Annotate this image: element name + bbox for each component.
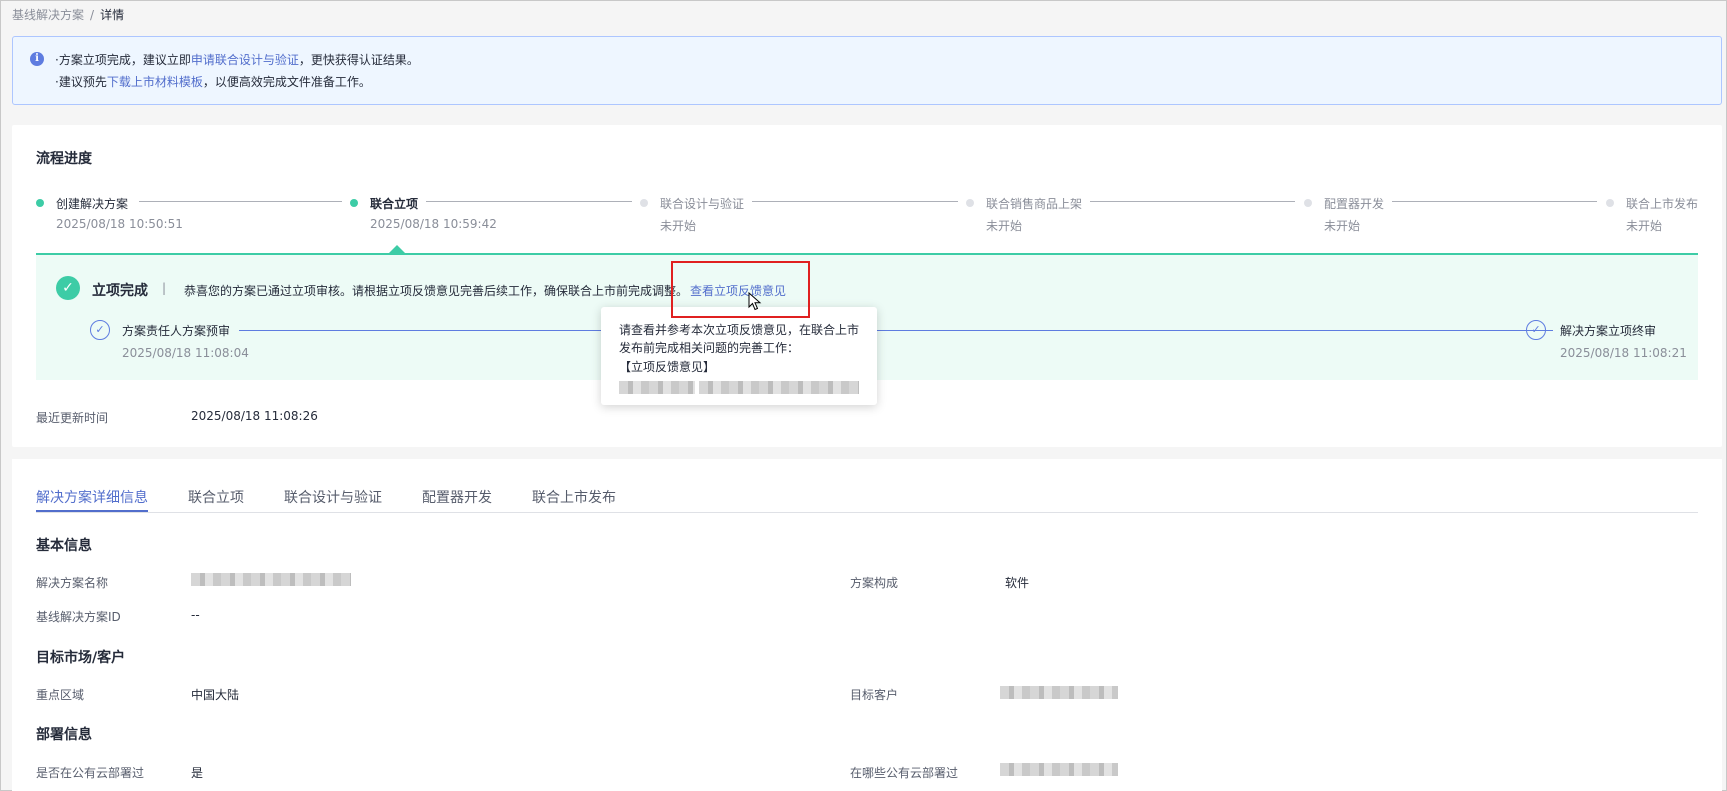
step-connector <box>1090 201 1295 202</box>
tab-configurator-dev[interactable]: 配置器开发 <box>422 487 492 507</box>
region-label: 重点区域 <box>36 688 85 702</box>
step-connector <box>1392 201 1597 202</box>
tab-joint-launch[interactable]: 联合上市发布 <box>532 487 616 507</box>
notice-line2-suffix: ，以便高效完成文件准备工作。 <box>202 75 371 89</box>
last-update-label: 最近更新时间 <box>36 411 109 425</box>
notice-banner: i ·方案立项完成，建议立即申请联合设计与验证，更快获得认证结果。 ·建议预先下… <box>12 36 1722 105</box>
feedback-tooltip: 请查看并参考本次立项反馈意见，在联合上市 发布前完成相关问题的完善工作： 【立项… <box>601 307 877 405</box>
redacted-text <box>619 381 695 394</box>
step-name: 配置器开发 <box>1324 197 1385 211</box>
composition-label: 方案构成 <box>850 576 899 590</box>
tab-solution-details[interactable]: 解决方案详细信息 <box>36 487 148 507</box>
redacted-cloud-list <box>1000 763 1118 776</box>
info-icon: i <box>30 52 44 66</box>
notice-line-2: ·建议预先下载上市材料模板，以便高效完成文件准备工作。 <box>55 73 371 90</box>
notice-line-1: ·方案立项完成，建议立即申请联合设计与验证，更快获得认证结果。 <box>55 51 419 68</box>
step-name: 联合销售商品上架 <box>986 197 1083 211</box>
tab-joint-approval[interactable]: 联合立项 <box>188 487 244 507</box>
notice-line1-suffix: ，更快获得认证结果。 <box>298 53 419 67</box>
mouse-cursor-icon <box>748 292 762 311</box>
tooltip-line-3: 【立项反馈意见】 <box>619 360 716 374</box>
details-card <box>12 459 1722 791</box>
public-cloud-label: 是否在公有云部署过 <box>36 766 145 780</box>
tooltip-line-1: 请查看并参考本次立项反馈意见，在联合上市 <box>619 323 860 337</box>
step-name: 联合上市发布 <box>1626 197 1699 211</box>
progress-title: 流程进度 <box>36 151 92 167</box>
deploy-title: 部署信息 <box>36 727 92 743</box>
tooltip-line-2: 发布前完成相关问题的完善工作： <box>619 341 800 355</box>
step-dot <box>966 199 974 207</box>
notice-line1-prefix: ·方案立项完成，建议立即 <box>55 53 191 67</box>
step-time: 未开始 <box>1626 219 1663 233</box>
apply-joint-design-link[interactable]: 申请联合设计与验证 <box>191 53 299 67</box>
step-dot <box>1304 199 1312 207</box>
step-time: 未开始 <box>1324 219 1361 233</box>
substep-name: 解决方案立项终审 <box>1560 324 1657 338</box>
last-update-value: 2025/08/18 11:08:26 <box>191 409 318 423</box>
composition-value: 软件 <box>1005 576 1030 590</box>
breadcrumb-separator: / <box>90 8 95 22</box>
tab-joint-design[interactable]: 联合设计与验证 <box>284 487 382 507</box>
substep-check-icon: ✓ <box>1526 320 1546 340</box>
step-name: 创建解决方案 <box>56 197 129 211</box>
substep-time: 2025/08/18 11:08:21 <box>1560 346 1687 360</box>
step-dot <box>36 199 44 207</box>
step-time: 2025/08/18 10:59:42 <box>370 217 497 231</box>
substep-name: 方案责任人方案预审 <box>122 324 231 338</box>
market-title: 目标市场/客户 <box>36 650 126 666</box>
which-cloud-label: 在哪些公有云部署过 <box>850 766 959 780</box>
step-connector <box>426 201 632 202</box>
baseline-id-label: 基线解决方案ID <box>36 610 121 624</box>
basic-info-title: 基本信息 <box>36 538 92 554</box>
substep-connector <box>239 330 1553 331</box>
status-divider: | <box>162 281 167 295</box>
substep-time: 2025/08/18 11:08:04 <box>122 346 249 360</box>
customer-label: 目标客户 <box>850 688 899 702</box>
step-name: 联合立项 <box>370 197 419 211</box>
step-connector <box>752 201 958 202</box>
substep-check-icon: ✓ <box>90 320 110 340</box>
download-template-link[interactable]: 下载上市材料模板 <box>107 75 203 89</box>
redacted-text <box>699 381 859 394</box>
step-time: 未开始 <box>660 219 697 233</box>
step-time: 未开始 <box>986 219 1023 233</box>
success-check-icon: ✓ <box>56 276 80 300</box>
highlight-box <box>671 261 810 318</box>
region-value: 中国大陆 <box>191 688 240 702</box>
approval-message: 恭喜您的方案已通过立项审核。请根据立项反馈意见完善后续工作，确保联合上市前完成调… <box>184 284 689 298</box>
step-dot <box>350 199 358 207</box>
step-dot <box>640 199 648 207</box>
approval-status: 立项完成 <box>92 283 148 299</box>
breadcrumb-current: 详情 <box>100 8 125 22</box>
step-time: 2025/08/18 10:50:51 <box>56 217 183 231</box>
notice-line2-prefix: ·建议预先 <box>55 75 107 89</box>
solution-name-label: 解决方案名称 <box>36 576 109 590</box>
step-name: 联合设计与验证 <box>660 197 745 211</box>
step-connector <box>139 201 342 202</box>
panel-caret <box>389 245 405 253</box>
breadcrumb: 基线解决方案 / 详情 <box>12 6 124 23</box>
tabs-divider <box>36 512 1698 513</box>
redacted-solution-name <box>191 573 351 586</box>
baseline-id-value: -- <box>191 608 200 622</box>
redacted-customer <box>1000 686 1118 699</box>
public-cloud-value: 是 <box>191 766 204 780</box>
active-tab-underline <box>36 510 148 512</box>
step-dot <box>1606 199 1614 207</box>
breadcrumb-parent[interactable]: 基线解决方案 <box>12 8 84 22</box>
